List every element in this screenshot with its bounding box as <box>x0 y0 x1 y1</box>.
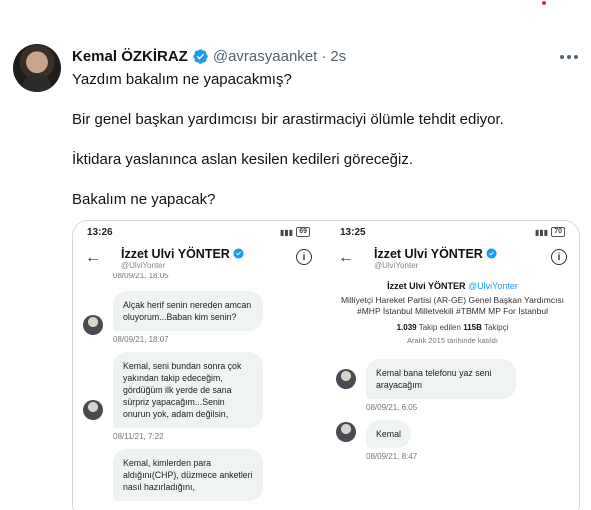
info-icon[interactable]: i <box>551 249 567 265</box>
profile-name: İzzet Ulvi YÖNTER <box>121 246 230 261</box>
tweet-line: Bir genel başkan yardımcısı bir arastirm… <box>72 111 504 128</box>
message-timestamp: 08/11/21, 7:22 <box>113 432 164 441</box>
message-timestamp: 08/09/21, 8:47 <box>366 452 418 461</box>
followers-count: 115B <box>463 323 482 332</box>
bio-name: İzzet Ulvi YÖNTER <box>387 281 466 291</box>
tweet-media[interactable]: 13:26 ▮▮▮ 69 ← İzzet Ulvi YÖNTER @UlviYo… <box>72 220 580 510</box>
battery-level: 69 <box>296 227 310 237</box>
joined-date: Aralık 2015 tarihinde katıldı <box>407 336 498 345</box>
tweet-line: Yazdım bakalım ne yapacakmış? <box>72 71 292 88</box>
dm-header: ← İzzet Ulvi YÖNTER @UlviYonter i <box>326 243 579 273</box>
notification-dot <box>542 1 546 5</box>
screenshot-left[interactable]: 13:26 ▮▮▮ 69 ← İzzet Ulvi YÖNTER @UlviYo… <box>73 221 326 510</box>
back-arrow-icon[interactable]: ← <box>338 249 362 267</box>
list-item: Kemal, seni bundan sonra çok yakından ta… <box>83 352 314 428</box>
header-separator: · <box>321 47 327 65</box>
message-bubble: Kemal bana telefonu yaz seni arayacağım <box>366 359 516 399</box>
message-timestamp: 08/09/21, 18:07 <box>113 335 169 344</box>
followers-label: Takipçi <box>483 323 509 332</box>
profile-handle: @UlviYonter <box>374 260 419 270</box>
status-bar: 13:26 ▮▮▮ 69 <box>73 221 324 243</box>
verified-badge-icon <box>233 248 244 259</box>
info-icon[interactable]: i <box>296 249 312 265</box>
tweet-text: Yazdım bakalım ne yapacakmış? Bir genel … <box>72 70 572 230</box>
profile-name: İzzet Ulvi YÖNTER <box>374 246 483 261</box>
dm-conversation: 08/09/21, 18:05 Alçak herif senin nerede… <box>73 273 324 510</box>
author-name[interactable]: Kemal ÖZKİRAZ <box>72 48 188 65</box>
avatar <box>336 369 356 389</box>
signal-icon: ▮▮▮ <box>279 227 294 237</box>
dm-conversation: İzzet Ulvi YÖNTER @UlviYonter Milliyetçi… <box>326 273 579 510</box>
following-count: 1.039 <box>396 323 417 332</box>
dm-header: ← İzzet Ulvi YÖNTER @UlviYonter i <box>73 243 324 273</box>
follow-stats: 1.039 Takip edilen 115B Takipçi <box>340 323 565 332</box>
avatar <box>83 400 103 420</box>
avatar <box>83 315 103 335</box>
list-item: Alçak herif senin nereden amcan oluyorum… <box>83 291 314 335</box>
author-handle[interactable]: @avrasyaanket <box>213 48 317 65</box>
message-bubble: Kemal, seni bundan sonra çok yakından ta… <box>113 352 263 428</box>
profile-bio: İzzet Ulvi YÖNTER @UlviYonter Milliyetçi… <box>326 273 579 345</box>
signal-icon: ▮▮▮ <box>534 227 549 237</box>
verified-badge-icon <box>486 248 497 259</box>
list-item: Kemal <box>336 420 569 448</box>
tweet-header: Kemal ÖZKİRAZ @avrasyaanket · 2s <box>72 46 346 66</box>
tweet-timestamp[interactable]: 2s <box>330 48 346 65</box>
message-timestamp: 08/09/21, 18:05 <box>113 273 169 280</box>
message-bubble: Alçak herif senin nereden amcan oluyorum… <box>113 291 263 331</box>
status-time: 13:25 <box>340 226 366 238</box>
bio-handle[interactable]: @UlviYonter <box>468 281 518 291</box>
message-timestamp: 08/09/21, 6:05 <box>366 403 418 412</box>
tweet-line: İktidara yaslanınca aslan kesilen kedile… <box>72 151 414 168</box>
avatar <box>336 422 356 442</box>
status-time: 13:26 <box>87 226 113 238</box>
status-bar: 13:25 ▮▮▮ 70 <box>326 221 579 243</box>
bio-description: Milliyetçi Hareket Partisi (AR-GE) Genel… <box>340 295 565 316</box>
message-bubble: Kemal, kimlerden para aldığını(CHP), düz… <box>113 449 263 501</box>
profile-handle: @UlviYonter <box>121 260 166 270</box>
more-dots-icon[interactable] <box>557 47 581 67</box>
back-arrow-icon[interactable]: ← <box>85 249 109 267</box>
tweet-line: Bakalım ne yapacak? <box>72 191 216 208</box>
following-label: Takip edilen <box>418 323 461 332</box>
battery-level: 70 <box>551 227 565 237</box>
list-item: Kemal bana telefonu yaz seni arayacağım <box>336 359 569 399</box>
screenshot-right[interactable]: 13:25 ▮▮▮ 70 ← İzzet Ulvi YÖNTER @UlviYo… <box>326 221 579 510</box>
list-item: Kemal, kimlerden para aldığını(CHP), düz… <box>83 449 314 501</box>
message-bubble: Kemal <box>366 420 411 448</box>
author-avatar[interactable] <box>13 44 61 92</box>
verified-badge-icon <box>193 48 208 64</box>
